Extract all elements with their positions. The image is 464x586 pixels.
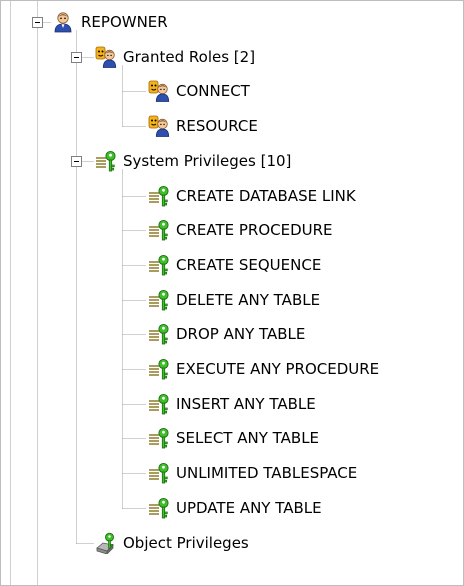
tree-node-label: UNLIMITED TABLESPACE [176, 464, 358, 482]
tree-node-label: Object Privileges [123, 534, 249, 552]
tree-node-create-database-link[interactable]: CREATE DATABASE LINK [1, 179, 463, 213]
keys-icon [148, 358, 170, 380]
tree-node-label: DROP ANY TABLE [176, 325, 306, 343]
privilege-tree: REPOWNER Granted Roles [2] CONNECT RESOURCE… [1, 1, 463, 585]
tree-node-create-procedure[interactable]: CREATE PROCEDURE [1, 213, 463, 247]
tree-node-connect[interactable]: CONNECT [1, 74, 463, 108]
collapse-toggle-icon[interactable] [71, 52, 82, 63]
user-icon [52, 11, 74, 33]
tree-node-label: CONNECT [176, 82, 250, 100]
keys-icon [95, 150, 117, 172]
tree-node-drop-any-table[interactable]: DROP ANY TABLE [1, 317, 463, 351]
tree-node-system-privileges[interactable]: System Privileges [10] [1, 144, 463, 178]
keys-icon [148, 393, 170, 415]
keys-icon [148, 323, 170, 345]
tree-node-label: INSERT ANY TABLE [176, 395, 316, 413]
keys-icon [148, 185, 170, 207]
tree-node-label: EXECUTE ANY PROCEDURE [176, 360, 380, 378]
tree-view-panel: REPOWNER Granted Roles [2] CONNECT RESOURCE… [0, 0, 464, 586]
tree-node-select-any-table[interactable]: SELECT ANY TABLE [1, 421, 463, 455]
tree-node-create-sequence[interactable]: CREATE SEQUENCE [1, 248, 463, 282]
tree-node-granted-roles[interactable]: Granted Roles [2] [1, 40, 463, 74]
tree-node-insert-any-table[interactable]: INSERT ANY TABLE [1, 387, 463, 421]
keys-icon [148, 219, 170, 241]
keys-icon [148, 427, 170, 449]
tree-node-label: Granted Roles [2] [123, 48, 256, 66]
tree-node-repowner[interactable]: REPOWNER [1, 5, 463, 39]
tree-node-delete-any-table[interactable]: DELETE ANY TABLE [1, 283, 463, 317]
keys-icon [148, 497, 170, 519]
tree-node-label: CREATE PROCEDURE [176, 221, 333, 239]
tree-node-label: SELECT ANY TABLE [176, 429, 320, 447]
tree-node-object-privileges[interactable]: Object Privileges [1, 526, 463, 560]
tree-node-execute-any-procedure[interactable]: EXECUTE ANY PROCEDURE [1, 352, 463, 386]
tree-node-label: UPDATE ANY TABLE [176, 499, 322, 517]
keys-icon [148, 289, 170, 311]
object-privilege-icon [95, 532, 117, 555]
tree-node-label: System Privileges [10] [123, 152, 292, 170]
keys-icon [148, 254, 170, 276]
role-icon [95, 46, 117, 68]
tree-node-unlimited-tablespace[interactable]: UNLIMITED TABLESPACE [1, 456, 463, 490]
keys-icon [148, 462, 170, 484]
role-icon [148, 115, 170, 137]
tree-node-label: DELETE ANY TABLE [176, 291, 321, 309]
tree-node-label: RESOURCE [176, 117, 258, 135]
tree-node-label: CREATE SEQUENCE [176, 256, 322, 274]
collapse-toggle-icon[interactable] [32, 17, 43, 28]
tree-node-update-any-table[interactable]: UPDATE ANY TABLE [1, 491, 463, 525]
tree-node-label: REPOWNER [81, 13, 168, 31]
role-icon [148, 80, 170, 102]
tree-node-resource[interactable]: RESOURCE [1, 109, 463, 143]
collapse-toggle-icon[interactable] [71, 156, 82, 167]
tree-node-label: CREATE DATABASE LINK [176, 187, 356, 205]
